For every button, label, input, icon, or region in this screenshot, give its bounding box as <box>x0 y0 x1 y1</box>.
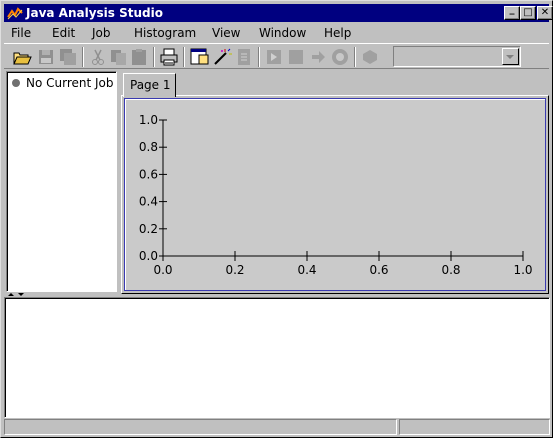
close-button[interactable]: ✕ <box>537 6 553 20</box>
y-tick-label: 0.4 <box>139 195 158 209</box>
save-button[interactable] <box>35 46 57 68</box>
x-tick-label: 0.2 <box>225 263 244 277</box>
save-all-icon <box>60 49 76 65</box>
menu-edit[interactable]: Edit <box>52 26 75 41</box>
app-window: Java Analysis Studio _ □ ✕ File Edit Job… <box>0 0 553 438</box>
menu-histogram[interactable]: Histogram <box>134 26 196 41</box>
tab-page-1[interactable]: Page 1 <box>123 73 176 97</box>
plot-canvas[interactable]: 0.0 0.2 0.4 0.6 0.8 1.0 0.0 0.2 0.4 0.6 0.8 1.0 <box>125 99 547 292</box>
status-bar <box>4 419 550 435</box>
copy-button[interactable] <box>108 46 130 68</box>
y-tick-label: 0.0 <box>139 249 158 263</box>
document-icon <box>238 49 250 65</box>
plot-region[interactable]: 0.0 0.2 0.4 0.6 0.8 1.0 0.0 0.2 0.4 0.6 0.8 1.0 <box>124 98 546 291</box>
x-tick-label: 0.4 <box>297 263 316 277</box>
chevron-down-icon[interactable] <box>502 48 519 65</box>
toolbar-separator <box>354 47 356 67</box>
new-page-button[interactable] <box>188 46 210 68</box>
job-status-dot-icon <box>12 79 20 87</box>
menu-file[interactable]: File <box>11 26 31 41</box>
x-tick-label: 0.6 <box>369 263 388 277</box>
stop-job-button[interactable] <box>285 46 307 68</box>
console-output[interactable] <box>4 297 550 418</box>
paste-icon <box>132 49 146 65</box>
tree-item-job[interactable]: No Current Job <box>12 75 114 91</box>
maximize-icon: □ <box>523 7 533 18</box>
expand-down-icon[interactable] <box>18 293 24 296</box>
rewind-button[interactable] <box>359 46 381 68</box>
x-tick-label: 0.0 <box>153 263 172 277</box>
wizard-button[interactable] <box>211 46 233 68</box>
tree-item-label: No Current Job <box>26 76 114 90</box>
cut-icon <box>92 49 104 65</box>
status-info <box>399 419 550 435</box>
x-tick-label: 1.0 <box>513 263 532 277</box>
y-tick-label: 0.8 <box>139 140 158 154</box>
print-button[interactable] <box>158 46 180 68</box>
run-job-icon <box>267 50 281 64</box>
maximize-button[interactable]: □ <box>520 6 536 20</box>
close-icon: ✕ <box>540 7 550 18</box>
jas-logo-icon[interactable] <box>7 6 23 20</box>
y-tick-label: 1.0 <box>139 113 158 127</box>
title-bar[interactable]: Java Analysis Studio _ □ ✕ <box>4 4 553 22</box>
status-message <box>4 419 397 435</box>
step-forward-button[interactable] <box>307 46 329 68</box>
toolbar-separator <box>153 47 155 67</box>
tab-label: Page 1 <box>130 78 171 92</box>
minimize-icon: _ <box>509 4 515 15</box>
y-tick-label: 0.2 <box>139 222 158 236</box>
job-tree-panel[interactable]: No Current Job <box>6 71 117 292</box>
toolbar-separator <box>258 47 260 67</box>
toolbar-separator <box>82 47 84 67</box>
paste-button[interactable] <box>128 46 150 68</box>
wizard-wand-icon <box>214 48 232 65</box>
document-button[interactable] <box>233 46 255 68</box>
y-tick-label: 0.6 <box>139 167 158 181</box>
menu-view[interactable]: View <box>212 26 240 41</box>
open-folder-icon <box>13 52 32 65</box>
menu-help[interactable]: Help <box>324 26 351 41</box>
toolbar <box>4 43 549 69</box>
toolbar-separator <box>183 47 185 67</box>
run-job-button[interactable] <box>263 46 285 68</box>
cut-button[interactable] <box>87 46 109 68</box>
x-tick-label: 0.8 <box>441 263 460 277</box>
expand-up-icon[interactable] <box>8 293 14 296</box>
toolbar-combo-box[interactable] <box>393 46 521 67</box>
save-icon <box>39 50 53 64</box>
minimize-button[interactable]: _ <box>504 4 520 20</box>
step-forward-icon <box>312 51 325 63</box>
page-tabs: Page 1 0.0 0.2 0.4 0.6 0.8 1.0 0.0 0.2 0.4 0.6 0.8… <box>121 71 549 294</box>
rewind-icon <box>363 50 377 64</box>
go-button[interactable] <box>329 46 351 68</box>
menu-window[interactable]: Window <box>259 26 306 41</box>
tab-content: 0.0 0.2 0.4 0.6 0.8 1.0 0.0 0.2 0.4 0.6 0.8 1.0 <box>121 95 549 294</box>
go-icon <box>332 49 348 65</box>
window-title: Java Analysis Studio <box>26 6 163 20</box>
print-icon <box>160 48 178 66</box>
menu-job[interactable]: Job <box>92 26 111 41</box>
new-page-icon <box>190 48 209 65</box>
menu-bar: File Edit Job Histogram View Window Help <box>4 24 549 43</box>
save-all-button[interactable] <box>57 46 79 68</box>
copy-icon <box>111 50 126 65</box>
stop-job-icon <box>289 50 303 64</box>
open-button[interactable] <box>11 46 33 68</box>
